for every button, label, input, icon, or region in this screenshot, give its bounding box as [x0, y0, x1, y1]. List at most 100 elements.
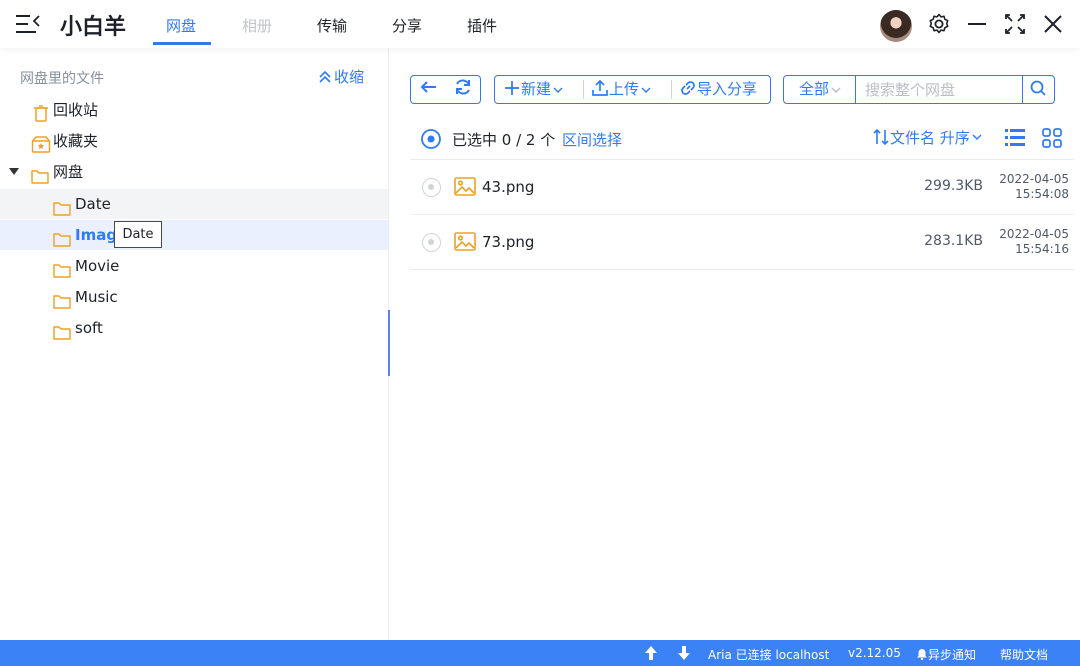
- sidebar-item-label: 收藏夹: [53, 132, 99, 150]
- search-scope-select[interactable]: 全部: [799, 76, 843, 103]
- new-label: 新建: [521, 80, 552, 98]
- sidebar-header: 网盘里的文件: [20, 71, 104, 87]
- chevron-down-icon: [831, 87, 841, 93]
- aria-status[interactable]: Aria 已连接 localhost: [708, 646, 829, 663]
- file-date-day: 2022-04-05: [999, 227, 1069, 241]
- bell-icon: [917, 649, 927, 661]
- search-icon: [1030, 80, 1046, 96]
- sidebar-item-recycle-bin[interactable]: 回收站: [0, 95, 388, 125]
- selection-bar: 已选中 0 / 2 个 区间选择 文件名 升序: [410, 118, 1074, 160]
- expand-caret-icon[interactable]: [9, 168, 19, 175]
- chevron-down-icon: [641, 87, 651, 93]
- file-name: 73.png: [482, 233, 535, 251]
- async-notify-button[interactable]: 异步通知: [916, 646, 976, 663]
- file-row[interactable]: 73.png 283.1KB 2022-04-05 15:54:16: [410, 215, 1074, 270]
- async-notify-label: 异步通知: [928, 648, 977, 662]
- status-bar: Aria 已连接 localhost v2.12.05 异步通知 帮助文档: [0, 640, 1080, 666]
- collapse-label: 收缩: [334, 68, 365, 86]
- upload-icon: [592, 79, 608, 96]
- sort-label: 文件名 升序: [890, 129, 970, 147]
- file-date: 2022-04-05 15:54:08: [995, 172, 1069, 202]
- sidebar: 网盘里的文件 收缩 回收站 收藏夹 网盘 Date Image Movie Mu…: [0, 48, 388, 640]
- folder-icon: [53, 320, 71, 340]
- sidebar-item-label: Music: [75, 288, 118, 306]
- chevron-down-icon: [553, 87, 563, 93]
- refresh-button[interactable]: [453, 76, 473, 103]
- top-bar: 小白羊 网盘 相册 传输 分享 插件: [0, 0, 1080, 48]
- plus-icon: [505, 81, 519, 95]
- back-button[interactable]: [419, 76, 439, 103]
- folder-icon: [53, 227, 71, 247]
- favorites-icon: [31, 133, 51, 153]
- search-scope-label: 全部: [799, 80, 830, 98]
- grid-view-icon[interactable]: [1041, 127, 1063, 153]
- folder-icon: [53, 289, 71, 309]
- sidebar-item-soft[interactable]: soft: [0, 313, 388, 343]
- file-date-day: 2022-04-05: [999, 172, 1069, 186]
- sidebar-item-favorites[interactable]: 收藏夹: [0, 126, 388, 156]
- sidebar-item-music[interactable]: Music: [0, 282, 388, 312]
- folder-icon: [53, 196, 71, 216]
- upload-arrow-icon[interactable]: [644, 645, 658, 661]
- sidebar-item-label: 回收站: [53, 101, 99, 119]
- file-size: 283.1KB: [924, 233, 983, 249]
- sidebar-item-date[interactable]: Date: [0, 189, 388, 219]
- file-size: 299.3KB: [924, 178, 983, 194]
- refresh-icon: [456, 79, 470, 95]
- tab-netdisk[interactable]: 网盘: [166, 15, 196, 36]
- double-chevron-up-icon: [319, 70, 331, 83]
- action-button-group: 新建 上传 导入分享: [494, 75, 771, 104]
- file-date-time: 15:54:16: [1015, 242, 1069, 256]
- row-checkbox[interactable]: [422, 178, 441, 197]
- collapse-button[interactable]: 收缩: [318, 66, 364, 87]
- select-all-icon[interactable]: [420, 128, 442, 154]
- help-docs-link[interactable]: 帮助文档: [1000, 646, 1048, 663]
- close-icon[interactable]: [1041, 12, 1065, 36]
- version-label[interactable]: v2.12.05: [848, 646, 901, 660]
- import-share-button[interactable]: 导入分享: [679, 76, 757, 103]
- gear-icon[interactable]: [927, 12, 951, 36]
- user-avatar[interactable]: [880, 10, 912, 42]
- download-arrow-icon[interactable]: [677, 645, 691, 661]
- search-separator: [1022, 76, 1023, 103]
- toolbar-separator: [583, 80, 584, 99]
- tab-transfer[interactable]: 传输: [317, 15, 347, 36]
- sort-button[interactable]: 文件名 升序: [872, 127, 984, 148]
- row-checkbox[interactable]: [422, 233, 441, 252]
- sidebar-item-label: Date: [75, 195, 111, 213]
- minimize-icon[interactable]: [965, 12, 989, 36]
- sort-icon: [873, 128, 889, 146]
- sidebar-item-movie[interactable]: Movie: [0, 251, 388, 281]
- upload-button[interactable]: 上传: [591, 76, 653, 103]
- file-name: 43.png: [482, 178, 535, 196]
- selection-count: 已选中 0 / 2 个: [452, 131, 556, 149]
- list-view-icon[interactable]: [1004, 127, 1026, 153]
- folder-icon: [31, 164, 49, 184]
- menu-toggle-icon[interactable]: [14, 12, 42, 36]
- file-date: 2022-04-05 15:54:16: [995, 227, 1069, 257]
- sidebar-item-label: 网盘: [53, 163, 84, 181]
- sidebar-item-label: Movie: [75, 257, 120, 275]
- app-window: 小白羊 网盘 相册 传输 分享 插件 网盘里的文件 收缩 回收站 收藏夹 网盘 …: [0, 0, 1080, 666]
- maximize-icon[interactable]: [1003, 12, 1027, 36]
- file-row[interactable]: 43.png 299.3KB 2022-04-05 15:54:08: [410, 160, 1074, 215]
- new-button[interactable]: 新建: [503, 76, 565, 103]
- range-select-link[interactable]: 区间选择: [562, 129, 622, 150]
- folder-icon: [53, 258, 71, 278]
- sidebar-item-image[interactable]: Image: [0, 220, 388, 250]
- image-file-icon: [454, 177, 476, 201]
- tab-album[interactable]: 相册: [242, 15, 272, 36]
- search-button[interactable]: [1029, 76, 1047, 103]
- search-input[interactable]: [856, 76, 1022, 103]
- resize-handle[interactable]: [388, 310, 390, 376]
- upload-label: 上传: [609, 80, 640, 98]
- toolbar-separator: [671, 80, 672, 99]
- nav-button-group: [410, 75, 481, 104]
- image-file-icon: [454, 232, 476, 256]
- active-tab-indicator: [153, 42, 211, 45]
- tab-share[interactable]: 分享: [392, 15, 422, 36]
- chevron-down-icon: [972, 134, 982, 140]
- arrow-left-icon: [420, 81, 436, 93]
- tab-plugins[interactable]: 插件: [467, 15, 497, 36]
- sidebar-item-netdisk[interactable]: 网盘: [0, 157, 388, 187]
